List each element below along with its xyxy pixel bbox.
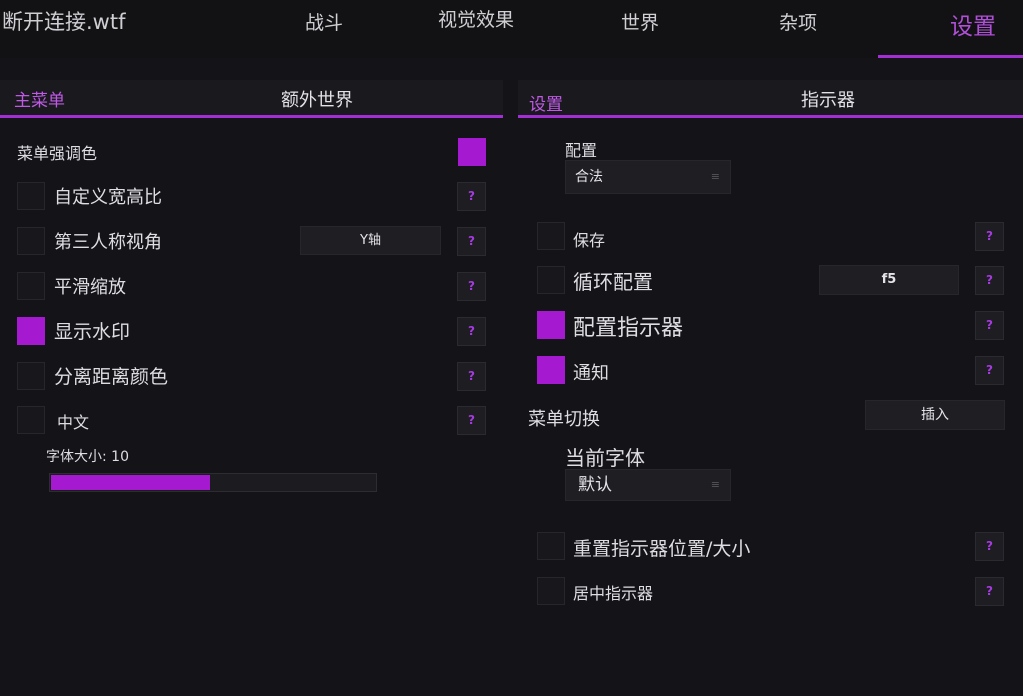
help-icon[interactable]: ? bbox=[975, 577, 1004, 606]
main-menu-section-title: 主菜单 bbox=[14, 91, 65, 111]
center-indicator-checkbox[interactable] bbox=[537, 577, 565, 605]
help-icon[interactable]: ? bbox=[457, 227, 486, 256]
app-title: 断开连接.wtf bbox=[2, 10, 126, 34]
cycle-config-checkbox[interactable] bbox=[537, 266, 565, 294]
third-person-keybind[interactable]: Y轴 bbox=[300, 226, 441, 255]
tab-misc[interactable]: 杂项 bbox=[779, 8, 817, 35]
third-person-label: 第三人称视角 bbox=[54, 232, 162, 253]
menu-toggle-label: 菜单切换 bbox=[528, 409, 600, 430]
help-icon[interactable]: ? bbox=[457, 272, 486, 301]
chinese-checkbox[interactable] bbox=[17, 406, 45, 434]
help-icon[interactable]: ? bbox=[975, 266, 1004, 295]
dropdown-icon: ≡ bbox=[710, 478, 720, 491]
reset-indicator-checkbox[interactable] bbox=[537, 532, 565, 560]
custom-aspect-ratio-label: 自定义宽高比 bbox=[54, 187, 162, 208]
cycle-config-label: 循环配置 bbox=[573, 270, 653, 294]
menu-accent-color-swatch[interactable] bbox=[458, 138, 486, 166]
tab-world[interactable]: 世界 bbox=[621, 8, 659, 35]
show-watermark-label: 显示水印 bbox=[54, 321, 131, 343]
tab-visuals[interactable]: 视觉效果 bbox=[438, 5, 514, 32]
custom-aspect-ratio-checkbox[interactable] bbox=[17, 182, 45, 210]
extra-world-title: 额外世界 bbox=[281, 90, 353, 111]
help-icon[interactable]: ? bbox=[975, 532, 1004, 561]
smooth-zoom-label: 平滑缩放 bbox=[54, 277, 126, 298]
smooth-zoom-checkbox[interactable] bbox=[17, 272, 45, 300]
help-icon[interactable]: ? bbox=[457, 317, 486, 346]
menu-accent-color-label: 菜单强调色 bbox=[17, 144, 98, 163]
right-panel-header bbox=[518, 80, 1023, 118]
font-size-slider[interactable] bbox=[49, 473, 377, 492]
third-person-checkbox[interactable] bbox=[17, 227, 45, 255]
font-size-label: 字体大小: 10 bbox=[46, 449, 129, 465]
separate-distance-color-checkbox[interactable] bbox=[17, 362, 45, 390]
current-font-label: 当前字体 bbox=[565, 446, 645, 470]
indicators-title: 指示器 bbox=[801, 90, 855, 111]
save-checkbox[interactable] bbox=[537, 222, 565, 250]
cycle-config-keybind[interactable]: f5 bbox=[819, 265, 959, 295]
settings-section-title: 设置 bbox=[529, 95, 563, 115]
tab-settings[interactable]: 设置 bbox=[950, 7, 996, 41]
left-panel-header bbox=[0, 80, 503, 118]
notification-checkbox[interactable] bbox=[537, 356, 565, 384]
help-icon[interactable]: ? bbox=[457, 362, 486, 391]
help-icon[interactable]: ? bbox=[457, 406, 486, 435]
help-icon[interactable]: ? bbox=[975, 356, 1004, 385]
center-indicator-label: 居中指示器 bbox=[573, 584, 654, 603]
config-dropdown[interactable]: 合法 ≡ bbox=[565, 160, 731, 194]
help-icon[interactable]: ? bbox=[975, 222, 1004, 251]
reset-indicator-label: 重置指示器位置/大小 bbox=[573, 538, 751, 560]
help-icon[interactable]: ? bbox=[457, 182, 486, 211]
font-size-slider-fill bbox=[51, 475, 210, 490]
dropdown-icon: ≡ bbox=[710, 170, 720, 183]
active-tab-indicator bbox=[878, 55, 1023, 58]
save-label: 保存 bbox=[573, 231, 606, 250]
notification-label: 通知 bbox=[573, 363, 609, 384]
config-indicator-checkbox[interactable] bbox=[537, 311, 565, 339]
current-font-dropdown[interactable]: 默认 ≡ bbox=[565, 469, 731, 501]
config-label: 配置 bbox=[565, 141, 598, 160]
current-font-value: 默认 bbox=[578, 475, 612, 495]
chinese-label: 中文 bbox=[57, 413, 90, 432]
menu-toggle-keybind[interactable]: 插入 bbox=[865, 400, 1005, 430]
separate-distance-color-label: 分离距离颜色 bbox=[54, 366, 169, 388]
show-watermark-checkbox[interactable] bbox=[17, 317, 45, 345]
config-dropdown-value: 合法 bbox=[575, 169, 603, 185]
help-icon[interactable]: ? bbox=[975, 311, 1004, 340]
config-indicator-label: 配置指示器 bbox=[573, 316, 684, 341]
tab-combat[interactable]: 战斗 bbox=[305, 8, 343, 35]
